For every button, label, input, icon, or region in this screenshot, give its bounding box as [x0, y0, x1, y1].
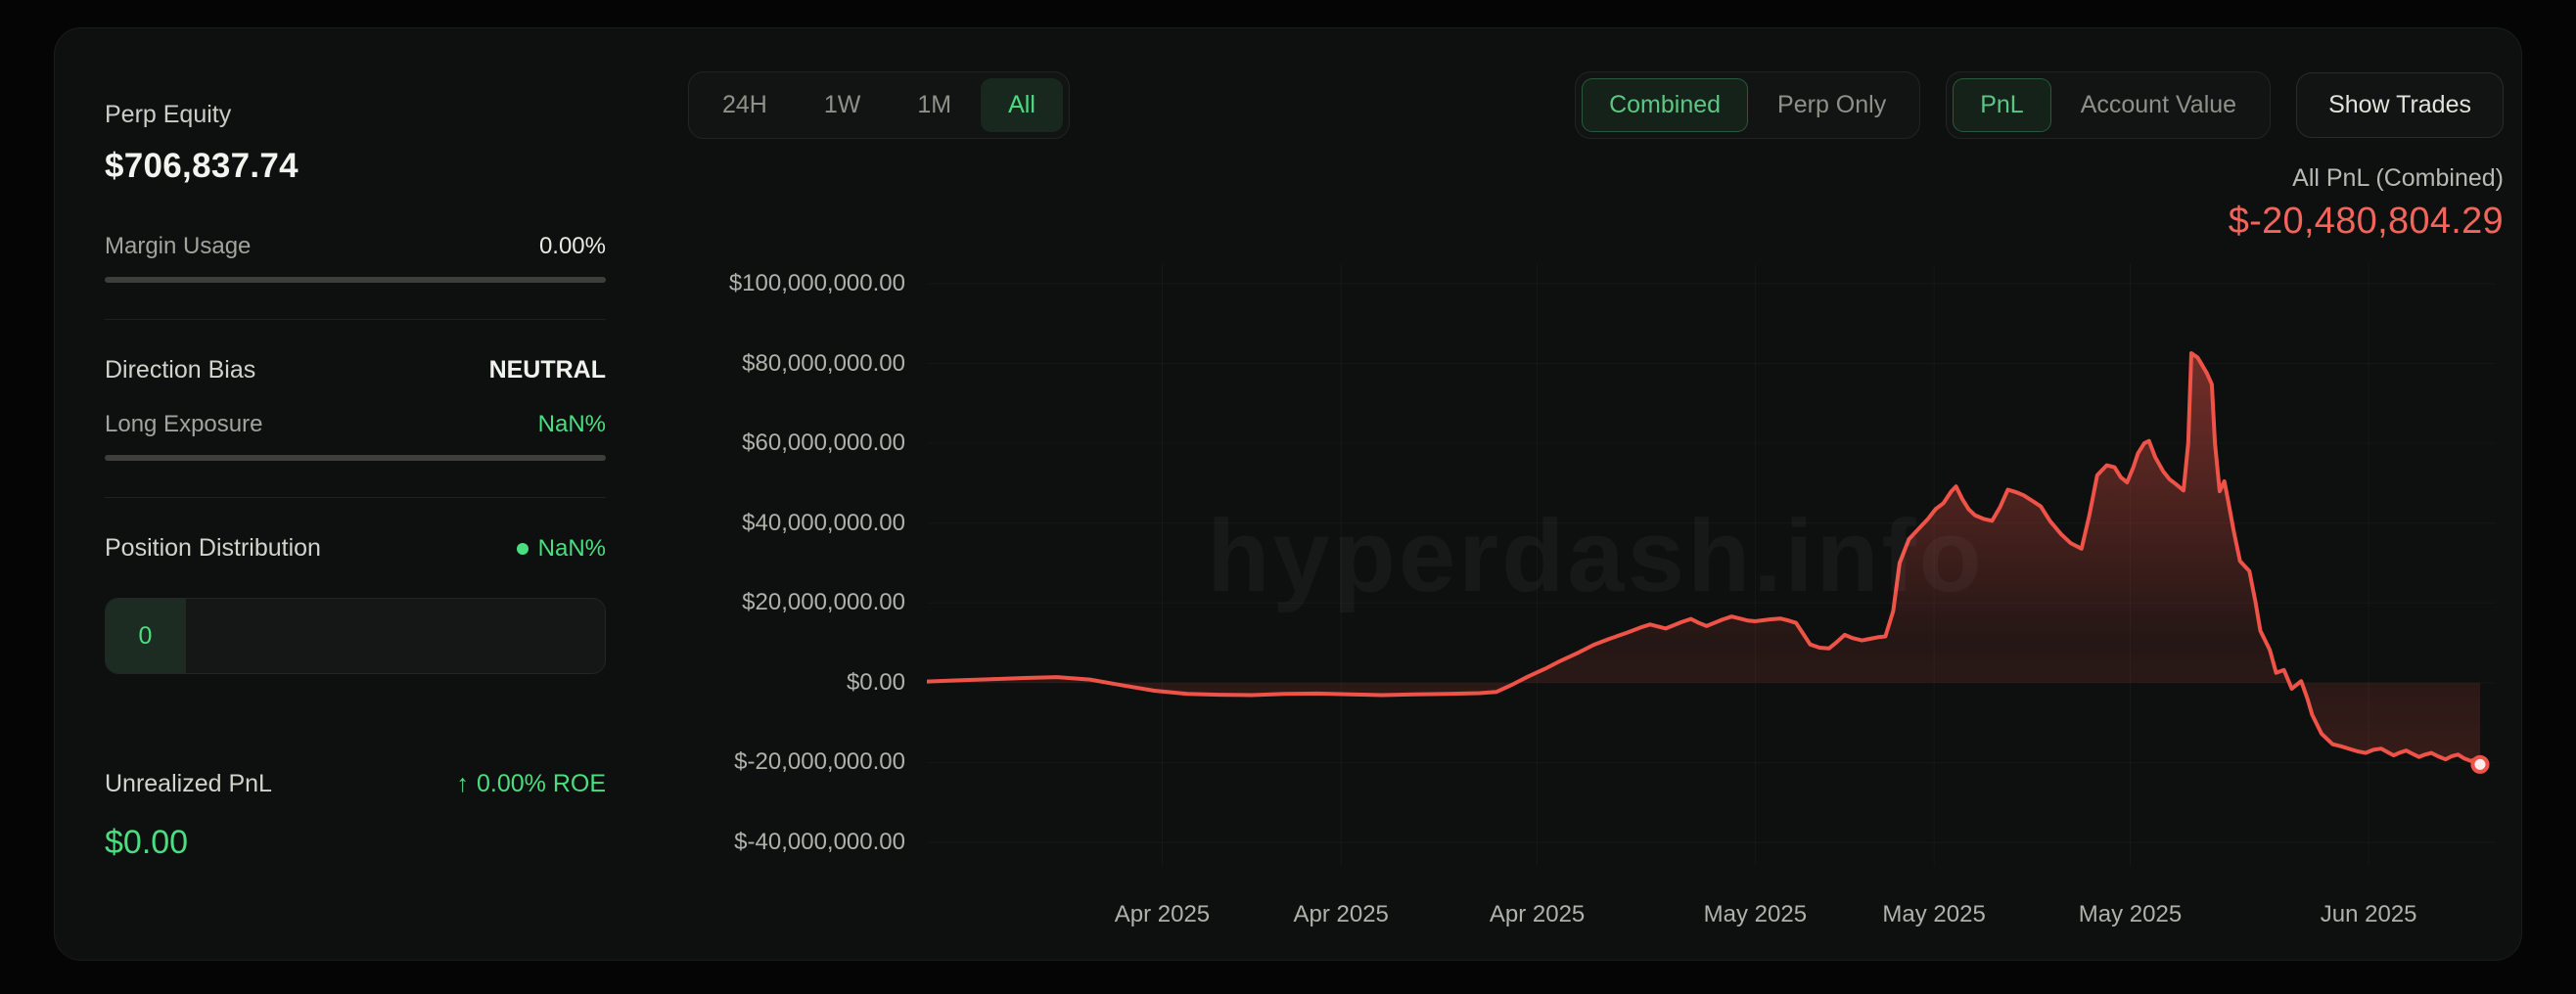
y-axis-tick-label: $-40,000,000.00 — [688, 828, 905, 857]
combined-button[interactable]: Combined — [1582, 78, 1748, 132]
chart-toolbar: 24H 1W 1M All Combined Perp Only PnL Acc… — [688, 71, 2504, 139]
time-range-1m[interactable]: 1M — [890, 78, 979, 132]
position-count-cell: 0 — [106, 599, 186, 673]
position-distribution-label: Position Distribution — [105, 534, 321, 563]
perp-only-button[interactable]: Perp Only — [1750, 78, 1913, 132]
x-axis-labels: Apr 2025 Apr 2025 Apr 2025 May 2025 May 2025… — [927, 891, 2496, 934]
last-point-marker — [2472, 757, 2487, 772]
green-status-dot-icon — [517, 543, 529, 555]
x-axis-tick-label: Apr 2025 — [1115, 901, 1210, 928]
y-axis-tick-label: $0.00 — [688, 668, 905, 698]
show-trades-button[interactable]: Show Trades — [2296, 72, 2504, 138]
chart-toggles: Combined Perp Only PnL Account Value Sho… — [1575, 71, 2504, 139]
y-axis-tick-label: $40,000,000.00 — [688, 509, 905, 538]
roe-value: 0.00% ROE — [477, 770, 606, 798]
divider — [105, 319, 606, 320]
divider — [105, 497, 606, 498]
position-distribution-box[interactable]: 0 — [105, 598, 606, 674]
chart-title: All PnL (Combined) — [688, 164, 2504, 193]
dashboard-card: Perp Equity $706,837.74 Margin Usage 0.0… — [54, 27, 2522, 961]
account-summary-sidebar: Perp Equity $706,837.74 Margin Usage 0.0… — [55, 28, 606, 960]
y-axis-labels: $100,000,000.00 $80,000,000.00 $60,000,000… — [688, 248, 905, 878]
perp-equity-value: $706,837.74 — [105, 147, 606, 186]
y-axis-tick-label: $80,000,000.00 — [688, 349, 905, 379]
combine-toggle: Combined Perp Only — [1575, 71, 1920, 139]
x-axis-tick-label: Apr 2025 — [1490, 901, 1585, 928]
y-axis-tick-label: $100,000,000.00 — [688, 269, 905, 298]
long-exposure-bar — [105, 455, 606, 461]
time-range-all[interactable]: All — [981, 78, 1063, 132]
long-exposure-value: NaN% — [538, 411, 606, 438]
roe-up-arrow-icon: ↑ — [456, 770, 469, 798]
metric-toggle: PnL Account Value — [1946, 71, 2271, 139]
plot-area[interactable] — [927, 248, 2496, 878]
margin-usage-value: 0.00% — [539, 233, 606, 260]
time-range-tabs: 24H 1W 1M All — [688, 71, 1070, 139]
direction-bias-value: NEUTRAL — [489, 356, 606, 384]
x-axis-tick-label: Apr 2025 — [1293, 901, 1388, 928]
time-range-24h[interactable]: 24H — [695, 78, 795, 132]
y-axis-tick-label: $20,000,000.00 — [688, 588, 905, 617]
long-exposure-label: Long Exposure — [105, 411, 262, 438]
margin-usage-label: Margin Usage — [105, 233, 251, 260]
unrealized-pnl-value: $0.00 — [105, 824, 606, 862]
margin-usage-bar — [105, 277, 606, 283]
time-range-1w[interactable]: 1W — [797, 78, 889, 132]
pnl-button[interactable]: PnL — [1953, 78, 2050, 132]
x-axis-tick-label: May 2025 — [1704, 901, 1807, 928]
chart-header: All PnL (Combined) $-20,480,804.29 — [688, 164, 2504, 243]
y-axis-tick-label: $60,000,000.00 — [688, 429, 905, 458]
y-axis-tick-label: $-20,000,000.00 — [688, 747, 905, 777]
chart-panel: 24H 1W 1M All Combined Perp Only PnL Acc… — [606, 28, 2521, 960]
unrealized-pnl-label: Unrealized PnL — [105, 770, 272, 798]
x-axis-tick-label: May 2025 — [1882, 901, 1985, 928]
x-axis-tick-label: Jun 2025 — [2321, 901, 2417, 928]
perp-equity-label: Perp Equity — [105, 101, 606, 129]
position-distribution-empty — [186, 599, 605, 673]
direction-bias-label: Direction Bias — [105, 356, 255, 384]
pnl-chart: $100,000,000.00 $80,000,000.00 $60,000,000… — [688, 248, 2504, 934]
total-pnl-value: $-20,480,804.29 — [688, 201, 2504, 243]
position-distribution-value: NaN% — [538, 535, 606, 563]
account-value-button[interactable]: Account Value — [2053, 78, 2264, 132]
x-axis-tick-label: May 2025 — [2079, 901, 2182, 928]
